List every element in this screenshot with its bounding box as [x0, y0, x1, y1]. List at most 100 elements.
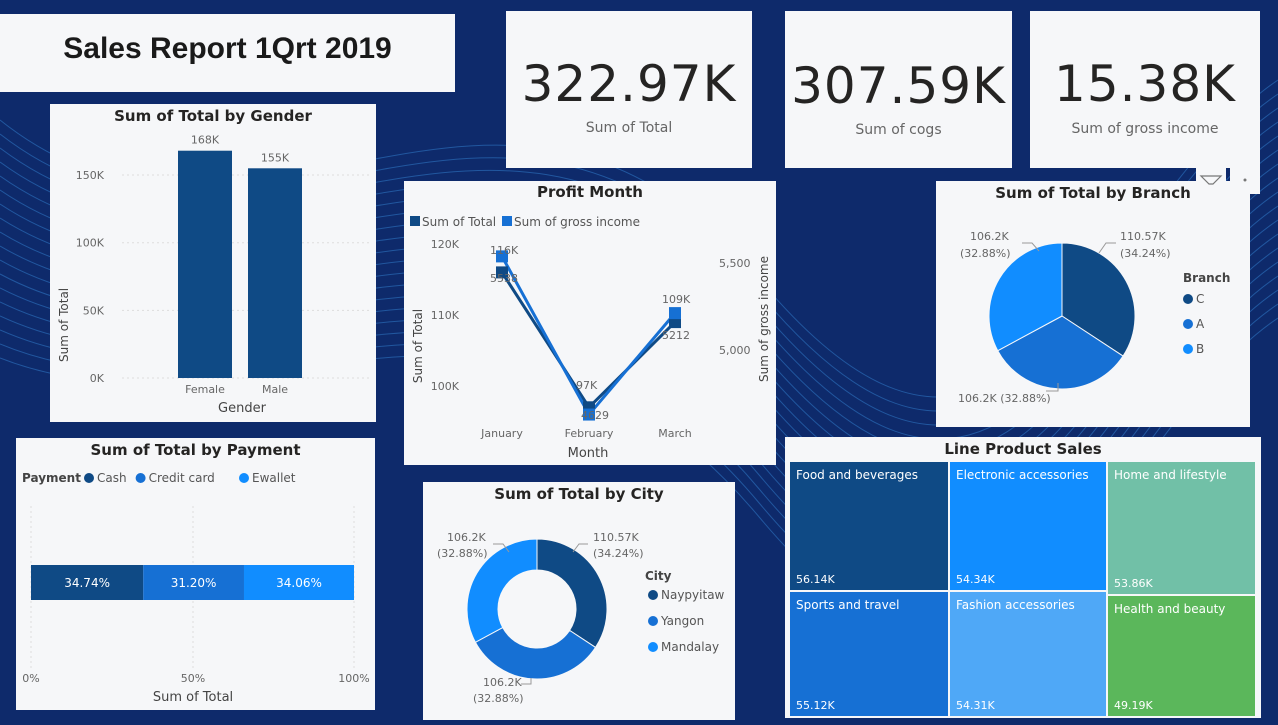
kpi-value: 322.97K — [521, 55, 737, 113]
treemap-label: Sports and travel — [796, 598, 900, 612]
data-label-gross: 4629 — [581, 409, 609, 422]
city-chart-card[interactable]: Sum of Total by City 110.57K (34.24%) 106.… — [423, 482, 735, 720]
legend-item[interactable]: Mandalay — [661, 640, 719, 654]
leader-line — [1098, 242, 1116, 254]
treemap-label: Food and beverages — [796, 468, 919, 482]
kpi-label: Sum of gross income — [1071, 121, 1219, 137]
kpi-card-cogs[interactable]: 307.59K Sum of cogs — [785, 11, 1012, 168]
legend-marker — [1183, 294, 1193, 304]
legend-marker — [648, 616, 658, 626]
legend-marker — [239, 473, 249, 483]
payment-chart: Payment Cash Credit card Ewallet 34.74% 31.… — [22, 471, 370, 705]
legend-item[interactable]: Credit card — [149, 471, 215, 485]
payment-legend-title: Payment — [22, 471, 81, 485]
kpi-card-gross-income[interactable]: 15.38K Sum of gross income — [1030, 11, 1260, 168]
x-tick: March — [658, 427, 692, 440]
city-slice-yangon[interactable] — [474, 626, 597, 680]
legend-marker — [84, 473, 94, 483]
more-options-icon[interactable] — [1230, 168, 1260, 194]
treemap-value: 56.14K — [796, 573, 835, 586]
legend-swatch-total — [410, 216, 420, 226]
treemap-cell[interactable]: Fashion accessories 54.31K — [950, 592, 1106, 716]
city-legend-title: City — [645, 569, 672, 583]
legend-total: Sum of Total — [422, 215, 496, 229]
treemap-cell[interactable]: Electronic accessories 54.34K — [950, 462, 1106, 590]
payment-tick: 50% — [181, 672, 205, 685]
left-tick: 100K — [431, 380, 460, 393]
slice-label: (34.24%) — [593, 547, 644, 560]
y-tick: 150K — [76, 169, 105, 182]
branch-chart: 110.57K (34.24%) 106.2K (32.88%) 106.2K (32.… — [958, 230, 1230, 405]
kpi-card-total[interactable]: 322.97K Sum of Total — [506, 11, 752, 168]
x-tick: February — [565, 427, 614, 440]
gender-chart: 0K 50K 100K 150K 168K Female 155K Male Sum of … — [57, 134, 370, 416]
treemap-value: 54.34K — [956, 573, 995, 586]
x-tick: Male — [262, 383, 288, 396]
x-tick: January — [480, 427, 523, 440]
payment-tick: 100% — [338, 672, 369, 685]
bar-female[interactable] — [178, 150, 232, 378]
legend-item[interactable]: Yangon — [660, 614, 704, 628]
legend-item[interactable]: C — [1196, 292, 1204, 306]
treemap-cell[interactable]: Health and beauty 49.19K — [1108, 596, 1255, 716]
kpi-label: Sum of Total — [585, 120, 673, 136]
treemap-cell[interactable]: Sports and travel 55.12K — [790, 592, 948, 716]
kpi-label: Sum of cogs — [855, 122, 942, 138]
treemap-title: Line Product Sales — [944, 440, 1102, 458]
bar-male[interactable] — [248, 168, 302, 378]
x-tick: Female — [185, 383, 225, 396]
payment-xlabel: Sum of Total — [153, 690, 233, 705]
branch-chart-card[interactable]: Sum of Total by Branch 110.57K (34.24%) 10… — [936, 181, 1250, 427]
branch-legend-title: Branch — [1183, 271, 1230, 285]
legend-item[interactable]: B — [1196, 342, 1204, 356]
legend-marker — [648, 590, 658, 600]
slice-label: 106.2K — [483, 676, 522, 689]
treemap-label: Health and beauty — [1114, 602, 1226, 616]
legend-marker — [1183, 319, 1193, 329]
data-label-total: 97K — [576, 379, 598, 392]
slice-label: 106.2K (32.88%) — [958, 392, 1051, 405]
slice-label: 110.57K — [1120, 230, 1166, 243]
report-title: Sales Report 1Qrt 2019 — [63, 32, 392, 65]
treemap-cell[interactable]: Food and beverages 56.14K — [790, 462, 948, 590]
profit-chart: Sum of Total Sum of gross income 120K 11… — [410, 215, 771, 461]
right-tick: 5,500 — [719, 257, 751, 270]
treemap-cell[interactable]: Home and lifestyle 53.86K — [1108, 462, 1255, 594]
legend-marker — [1183, 344, 1193, 354]
city-chart: 110.57K (34.24%) 106.2K (32.88%) 106.2K (32.8… — [437, 531, 725, 705]
legend-marker — [135, 473, 146, 483]
treemap-value: 49.19K — [1114, 699, 1153, 712]
legend-item[interactable]: Cash — [97, 471, 127, 485]
legend-marker — [648, 642, 658, 652]
profit-chart-card[interactable]: Profit Month Sum of Total Sum of gross i… — [404, 181, 776, 465]
right-tick: 5,000 — [719, 344, 751, 357]
data-label-gross: 5538 — [490, 272, 518, 285]
segment-label: 31.20% — [171, 576, 217, 590]
legend-gross: Sum of gross income — [514, 215, 640, 229]
slice-label: (32.88%) — [437, 547, 488, 560]
treemap-label: Fashion accessories — [956, 598, 1075, 612]
y-tick: 0K — [90, 372, 105, 385]
profit-ylabel-right: Sum of gross income — [757, 256, 771, 382]
left-tick: 110K — [431, 309, 460, 322]
treemap-label: Electronic accessories — [956, 468, 1089, 482]
left-tick: 120K — [431, 238, 460, 251]
segment-label: 34.74% — [64, 576, 110, 590]
data-label-gross: 5212 — [662, 329, 690, 342]
slice-label: 110.57K — [593, 531, 639, 544]
filter-icon[interactable] — [1196, 168, 1226, 194]
slice-label: (32.88%) — [473, 692, 524, 705]
profit-ylabel-left: Sum of Total — [411, 309, 425, 383]
legend-item[interactable]: A — [1196, 317, 1205, 331]
treemap-value: 55.12K — [796, 699, 835, 712]
payment-chart-card[interactable]: Sum of Total by Payment Payment Cash Cred… — [16, 438, 375, 710]
kpi-value: 15.38K — [1054, 55, 1236, 113]
data-point-gross[interactable] — [669, 307, 681, 320]
gender-ylabel: Sum of Total — [57, 288, 71, 362]
legend-item[interactable]: Naypyitaw — [661, 588, 725, 602]
y-tick: 50K — [83, 304, 105, 317]
treemap-card[interactable]: Line Product Sales Food and beverages 56… — [785, 437, 1261, 718]
legend-item[interactable]: Ewallet — [252, 471, 296, 485]
data-label-total: 109K — [662, 293, 691, 306]
gender-chart-card[interactable]: Sum of Total by Gender 0K 50K 100K 150K 168… — [50, 104, 376, 422]
